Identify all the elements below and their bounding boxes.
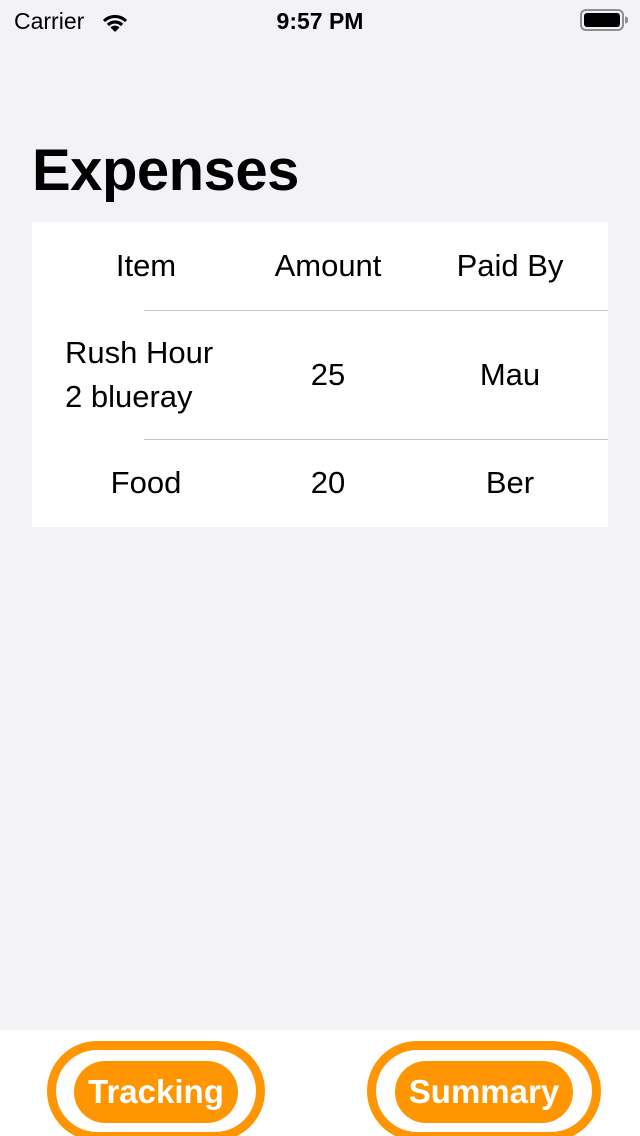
cell-paid-by: Mau	[479, 356, 541, 392]
table-row[interactable]: Food 20 Ber	[32, 439, 608, 527]
summary-button[interactable]: Summary	[367, 1041, 601, 1136]
cell-amount: 25	[310, 356, 346, 392]
summary-label: Summary	[394, 1061, 574, 1123]
cell-item: Rush Hour 2 blueray	[65, 334, 214, 414]
expenses-screen: Carrier 9:57 PM Expenses Item Amount Pai…	[0, 0, 640, 1136]
cell-paid-by: Ber	[485, 465, 535, 500]
table-row[interactable]: Rush Hour 2 blueray 25 Mau	[32, 310, 608, 439]
header-paid-by: Paid By	[456, 248, 564, 283]
header-item: Item	[115, 248, 177, 283]
status-time: 9:57 PM	[276, 8, 364, 34]
page-title: Expenses	[32, 138, 299, 203]
table-header-row: Item Amount Paid By	[32, 222, 608, 310]
cell-item: Food	[110, 465, 182, 500]
battery-icon	[580, 9, 628, 31]
status-bar: Carrier 9:57 PM	[0, 0, 640, 40]
expenses-table: Item Amount Paid By Rush Hour 2 blueray …	[32, 222, 608, 527]
cell-amount: 20	[310, 465, 346, 500]
header-amount: Amount	[274, 248, 382, 283]
tracking-label: Tracking	[74, 1061, 238, 1123]
tracking-button[interactable]: Tracking	[47, 1041, 265, 1136]
